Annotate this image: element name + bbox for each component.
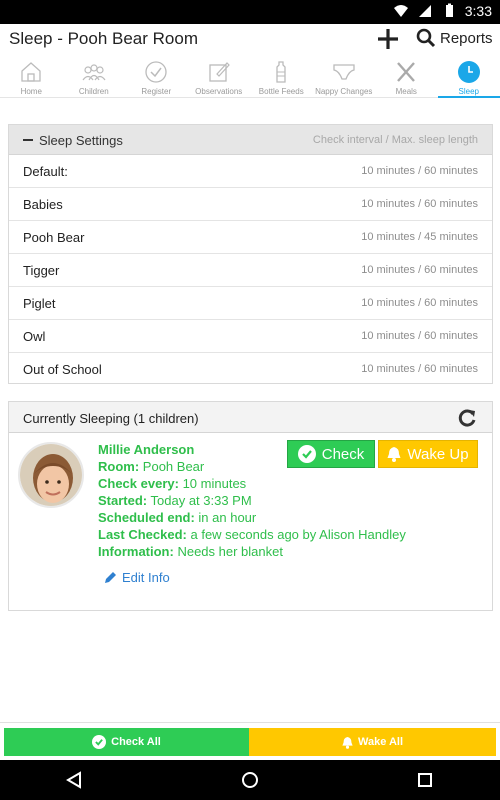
check-button[interactable]: Check [287,440,375,468]
settings-row-name: Owl [23,329,46,344]
settings-row[interactable]: Tigger 10 minutes / 60 minutes [9,254,492,287]
settings-row[interactable]: Pooh Bear 10 minutes / 45 minutes [9,221,492,254]
tab-meals[interactable]: Meals [375,56,438,98]
recents-icon[interactable] [416,771,434,789]
child-photo [20,444,82,506]
tab-bar: Home Children Register Observations Bott… [0,56,500,98]
bell-icon [342,736,353,749]
settings-row-value: 10 minutes / 60 minutes [361,165,478,177]
home-icon [21,62,41,82]
status-time: 3:33 [464,3,492,19]
wake-up-button[interactable]: Wake Up [378,440,478,468]
status-bar: 3:33 [0,0,500,24]
wifi-icon [393,5,408,17]
tab-label: Children [78,87,109,96]
tab-home[interactable]: Home [0,56,63,98]
settings-row[interactable]: Default: 10 minutes / 60 minutes [9,155,492,188]
settings-row[interactable]: Owl 10 minutes / 60 minutes [9,320,492,353]
settings-row-name: Default: [23,164,68,179]
settings-row[interactable]: Babies 10 minutes / 60 minutes [9,188,492,221]
wake-up-button-label: Wake Up [407,445,469,463]
pencil-note-icon [209,62,230,82]
tab-label: Bottle Feeds [258,87,304,96]
check-circle-icon [92,735,107,749]
sleep-settings-panel: Sleep Settings Check interval / Max. sle… [8,124,493,384]
tab-label: Nappy Changes [315,87,373,96]
currently-sleeping-header: Currently Sleeping (1 children) [9,402,492,433]
settings-row[interactable]: Piglet 10 minutes / 60 minutes [9,287,492,320]
tab-register[interactable]: Register [125,56,188,98]
add-icon[interactable] [376,27,400,51]
check-all-button[interactable]: Check All [4,728,249,756]
pencil-icon [105,572,116,583]
settings-row-name: Out of School [23,362,102,377]
back-icon[interactable] [65,771,83,789]
settings-row-name: Babies [23,197,63,212]
battery-icon [445,3,453,17]
bottom-action-bar: Check All Wake All [0,722,500,760]
sleep-settings-hint: Check interval / Max. sleep length [312,134,478,146]
tab-label: Meals [395,87,417,96]
settings-row-name: Pooh Bear [23,230,85,245]
reports-label: Reports [440,29,493,47]
settings-row-value: 10 minutes / 60 minutes [361,297,478,309]
search-icon [416,28,436,48]
child-started: Started: Today at 3:33 PM [98,493,252,508]
check-button-label: Check [321,445,365,463]
tab-label: Register [141,87,172,96]
settings-row-name: Tigger [23,263,60,278]
check-circle-icon [297,445,316,463]
tab-sleep[interactable]: Sleep [437,56,500,98]
tab-observations[interactable]: Observations [188,56,251,98]
settings-row-value: 10 minutes / 60 minutes [361,198,478,210]
collapse-icon [23,139,33,141]
settings-row-value: 10 minutes / 45 minutes [361,231,478,243]
nappy-icon [333,64,355,80]
bottle-icon [276,61,286,83]
children-icon [82,64,106,81]
home-nav-icon[interactable] [241,771,259,789]
child-check-every: Check every: 10 minutes [98,476,247,491]
tab-label: Sleep [458,87,479,96]
settings-row-value: 10 minutes / 60 minutes [361,330,478,342]
tab-nappy-changes[interactable]: Nappy Changes [313,56,376,98]
currently-sleeping-title: Currently Sleeping (1 children) [23,411,199,426]
check-circle-icon [145,61,167,83]
settings-row-value: 10 minutes / 60 minutes [361,264,478,276]
tab-children[interactable]: Children [63,56,126,98]
bell-icon [387,447,401,462]
tab-label: Home [20,87,42,96]
child-last-checked: Last Checked: a few seconds ago by Aliso… [98,527,406,542]
page-title: Sleep - Pooh Bear Room [9,29,198,48]
sleep-settings-header[interactable]: Sleep Settings Check interval / Max. sle… [9,125,492,155]
check-all-label: Check All [111,736,161,748]
settings-row-name: Piglet [23,296,56,311]
settings-row-value: 10 minutes / 60 minutes [361,363,478,375]
sleep-settings-title: Sleep Settings [39,133,123,148]
child-avatar [18,442,84,508]
wake-all-label: Wake All [357,736,404,748]
tab-label: Observations [195,87,243,96]
cutlery-icon [397,62,416,82]
child-information: Information: Needs her blanket [98,544,283,559]
tab-bottle-feeds[interactable]: Bottle Feeds [250,56,313,98]
app-bar: Sleep - Pooh Bear Room Reports [0,24,500,56]
child-scheduled-end: Scheduled end: in an hour [98,510,257,525]
currently-sleeping-panel: Currently Sleeping (1 children) Millie A… [8,401,493,611]
edit-info-link[interactable]: Edit Info [104,570,170,585]
signal-icon [418,5,431,17]
refresh-icon[interactable] [456,407,478,429]
system-nav-bar [0,760,500,800]
reports-button[interactable]: Reports [416,28,493,48]
wake-all-button[interactable]: Wake All [249,728,496,756]
settings-row[interactable]: Out of School 10 minutes / 60 minutes [9,353,492,386]
clock-icon [457,61,480,83]
edit-info-label: Edit Info [122,570,170,585]
